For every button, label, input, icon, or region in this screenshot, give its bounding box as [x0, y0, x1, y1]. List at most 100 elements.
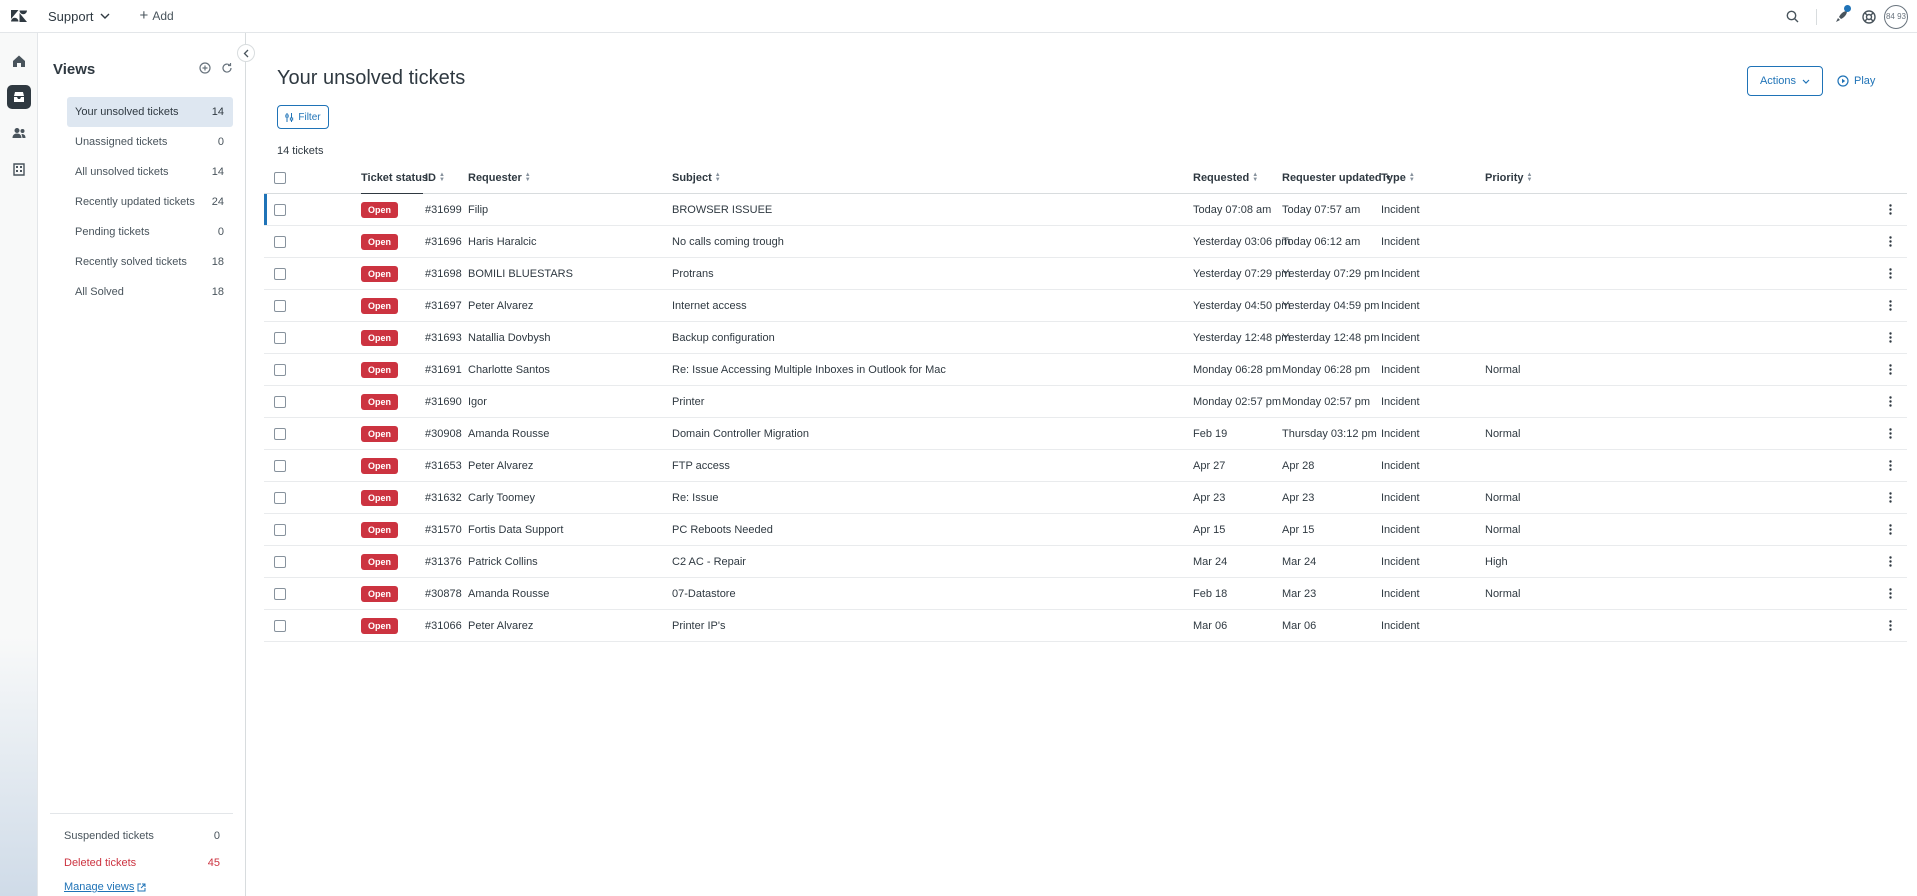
table-row[interactable]: Open #31693 Natallia Dovbysh Backup conf… [264, 322, 1907, 354]
requester-name[interactable]: Patrick Collins [468, 546, 538, 577]
ticket-subject[interactable]: FTP access [672, 450, 730, 481]
table-row[interactable]: Open #31653 Peter Alvarez FTP access Apr… [264, 450, 1907, 482]
row-checkbox[interactable] [274, 619, 286, 632]
table-row[interactable]: Open #31698 BOMILI BLUESTARS Protrans Ye… [264, 258, 1907, 290]
view-item-all-unsolved[interactable]: All unsolved tickets 14 [67, 157, 233, 187]
table-row[interactable]: Open #31690 Igor Printer Monday 02:57 pm… [264, 386, 1907, 418]
table-row[interactable]: Open #31632 Carly Toomey Re: Issue Apr 2… [264, 482, 1907, 514]
ticket-subject[interactable]: Re: Issue Accessing Multiple Inboxes in … [672, 354, 946, 385]
more-options-icon[interactable] [1883, 618, 1897, 634]
add-button[interactable]: + Add [140, 8, 174, 23]
add-view-icon[interactable] [199, 62, 211, 77]
table-row[interactable]: Open #31699 Filip BROWSER ISSUEE Today 0… [264, 194, 1907, 226]
ticket-subject[interactable]: BROWSER ISSUEE [672, 194, 772, 225]
row-checkbox[interactable] [274, 523, 286, 536]
ticket-subject[interactable]: C2 AC - Repair [672, 546, 746, 577]
column-header-requested[interactable]: Requested ▲ ▼ [1193, 163, 1258, 193]
ticket-subject[interactable]: Printer [672, 386, 704, 417]
more-options-icon[interactable] [1883, 234, 1897, 250]
ticket-subject[interactable]: 07-Datastore [672, 578, 736, 609]
row-checkbox[interactable] [274, 203, 286, 216]
home-icon[interactable] [0, 43, 38, 79]
view-item-suspended[interactable]: Suspended tickets 0 [50, 822, 233, 849]
more-options-icon[interactable] [1883, 202, 1897, 218]
manage-views-link[interactable]: Manage views [50, 876, 233, 896]
row-checkbox[interactable] [274, 491, 286, 504]
requester-name[interactable]: Amanda Rousse [468, 578, 549, 609]
more-options-icon[interactable] [1883, 522, 1897, 538]
actions-button[interactable]: Actions [1747, 66, 1823, 96]
requester-name[interactable]: BOMILI BLUESTARS [468, 258, 573, 289]
search-icon[interactable] [1778, 3, 1806, 31]
view-item-deleted[interactable]: Deleted tickets 45 [50, 849, 233, 876]
refresh-icon[interactable] [221, 62, 233, 77]
zendesk-logo-icon[interactable] [0, 0, 38, 33]
profile-menu[interactable]: 84 93 [1883, 3, 1917, 31]
views-nav-item[interactable] [0, 79, 38, 115]
more-options-icon[interactable] [1883, 266, 1897, 282]
table-row[interactable]: Open #30878 Amanda Rousse 07-Datastore F… [264, 578, 1907, 610]
row-checkbox[interactable] [274, 555, 286, 568]
row-checkbox[interactable] [274, 331, 286, 344]
requester-name[interactable]: Carly Toomey [468, 482, 535, 513]
column-header-type[interactable]: Type ▲ ▼ [1381, 163, 1415, 193]
filter-button[interactable]: Filter [277, 105, 329, 129]
row-checkbox[interactable] [274, 363, 286, 376]
row-checkbox[interactable] [274, 267, 286, 280]
more-options-icon[interactable] [1883, 394, 1897, 410]
view-item-recently-updated[interactable]: Recently updated tickets 24 [67, 187, 233, 217]
table-row[interactable]: Open #31570 Fortis Data Support PC Reboo… [264, 514, 1907, 546]
column-header-id[interactable]: ID ▲ ▼ [425, 163, 445, 193]
table-row[interactable]: Open #31697 Peter Alvarez Internet acces… [264, 290, 1907, 322]
customers-icon[interactable] [0, 115, 38, 151]
column-header-status[interactable]: Ticket status [361, 163, 428, 193]
more-options-icon[interactable] [1883, 490, 1897, 506]
requester-name[interactable]: Peter Alvarez [468, 290, 533, 321]
more-options-icon[interactable] [1883, 362, 1897, 378]
row-checkbox[interactable] [274, 235, 286, 248]
more-options-icon[interactable] [1883, 458, 1897, 474]
requester-name[interactable]: Charlotte Santos [468, 354, 550, 385]
requester-name[interactable]: Peter Alvarez [468, 450, 533, 481]
requester-name[interactable]: Igor [468, 386, 487, 417]
ticket-subject[interactable]: Internet access [672, 290, 747, 321]
view-item-your-unsolved[interactable]: Your unsolved tickets 14 [67, 97, 233, 127]
table-row[interactable]: Open #31066 Peter Alvarez Printer IP's M… [264, 610, 1907, 642]
more-options-icon[interactable] [1883, 330, 1897, 346]
requester-name[interactable]: Filip [468, 194, 488, 225]
ticket-subject[interactable]: Printer IP's [672, 610, 725, 641]
product-switcher[interactable]: Support [48, 9, 110, 24]
ticket-subject[interactable]: Protrans [672, 258, 714, 289]
help-icon[interactable] [1855, 3, 1883, 31]
row-checkbox[interactable] [274, 299, 286, 312]
requester-name[interactable]: Fortis Data Support [468, 514, 563, 545]
play-button[interactable]: Play [1837, 66, 1875, 96]
more-options-icon[interactable] [1883, 586, 1897, 602]
requester-name[interactable]: Haris Haralcic [468, 226, 536, 257]
requester-name[interactable]: Natallia Dovbysh [468, 322, 551, 353]
ticket-subject[interactable]: Re: Issue [672, 482, 718, 513]
column-header-requester-updated[interactable]: Requester updated ▼ [1282, 163, 1392, 193]
column-header-subject[interactable]: Subject ▲ ▼ [672, 163, 721, 193]
collapse-panel-button[interactable] [237, 44, 255, 62]
view-item-recently-solved[interactable]: Recently solved tickets 18 [67, 247, 233, 277]
requester-name[interactable]: Amanda Rousse [468, 418, 549, 449]
view-item-unassigned[interactable]: Unassigned tickets 0 [67, 127, 233, 157]
view-item-all-solved[interactable]: All Solved 18 [67, 277, 233, 307]
organizations-icon[interactable] [0, 151, 38, 187]
row-checkbox[interactable] [274, 395, 286, 408]
more-options-icon[interactable] [1883, 298, 1897, 314]
more-options-icon[interactable] [1883, 554, 1897, 570]
select-all-checkbox[interactable] [274, 172, 286, 184]
table-row[interactable]: Open #30908 Amanda Rousse Domain Control… [264, 418, 1907, 450]
table-row[interactable]: Open #31691 Charlotte Santos Re: Issue A… [264, 354, 1907, 386]
row-checkbox[interactable] [274, 427, 286, 440]
row-checkbox[interactable] [274, 459, 286, 472]
ticket-subject[interactable]: Domain Controller Migration [672, 418, 809, 449]
table-row[interactable]: Open #31376 Patrick Collins C2 AC - Repa… [264, 546, 1907, 578]
requester-name[interactable]: Peter Alvarez [468, 610, 533, 641]
column-header-requester[interactable]: Requester ▲ ▼ [468, 163, 531, 193]
rocket-icon[interactable] [1827, 3, 1855, 31]
more-options-icon[interactable] [1883, 426, 1897, 442]
row-checkbox[interactable] [274, 587, 286, 600]
